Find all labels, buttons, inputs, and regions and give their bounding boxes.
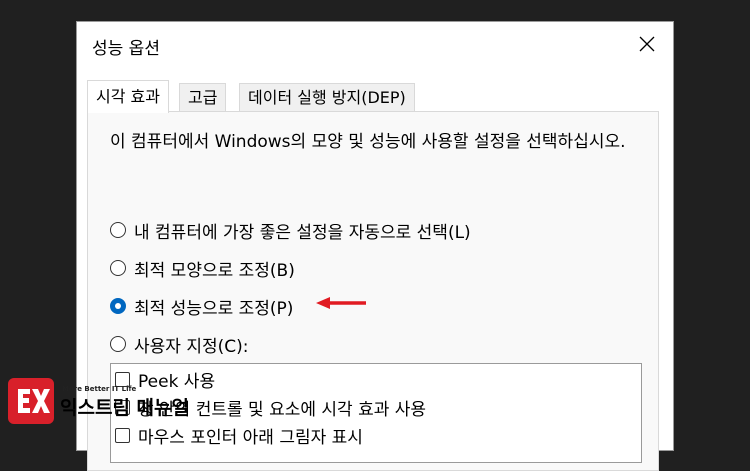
radio-auto-best[interactable]: 내 컴퓨터에 가장 좋은 설정을 자동으로 선택(L)	[110, 219, 471, 243]
watermark-logo	[8, 378, 54, 424]
tab-bar: 시각 효과 고급 데이터 실행 방지(DEP)	[87, 80, 677, 113]
tab-visual-effects[interactable]: 시각 효과	[87, 80, 169, 113]
radio-best-appearance[interactable]: 최적 모양으로 조정(B)	[110, 257, 295, 281]
radio-label: 내 컴퓨터에 가장 좋은 설정을 자동으로 선택(L)	[134, 222, 471, 243]
close-icon[interactable]	[637, 34, 657, 54]
radio-best-performance[interactable]: 최적 성능으로 조정(P)	[110, 295, 294, 319]
radio-custom[interactable]: 사용자 지정(C):	[110, 333, 249, 357]
performance-options-dialog: 성능 옵션 시각 효과 고급 데이터 실행 방지(DEP) 이 컴퓨터에서 Wi…	[76, 21, 677, 471]
list-item[interactable]: 마우스 포인터 아래 그림자 표시	[115, 424, 363, 448]
dialog-title: 성능 옵션	[92, 39, 160, 59]
radio-button[interactable]	[110, 222, 126, 238]
watermark-tagline: More Better IT Life	[62, 385, 137, 393]
tab-dep[interactable]: 데이터 실행 방지(DEP)	[239, 83, 415, 112]
checkbox-label: Peek 사용	[138, 371, 216, 392]
tab-advanced[interactable]: 고급	[179, 83, 227, 112]
radio-label: 사용자 지정(C):	[134, 336, 249, 357]
panel-description: 이 컴퓨터에서 Windows의 모양 및 성능에 사용할 설정을 선택하십시오…	[110, 132, 626, 152]
radio-button[interactable]	[110, 336, 126, 352]
checkbox[interactable]	[115, 427, 130, 443]
radio-button-selected[interactable]	[110, 298, 126, 314]
radio-label: 최적 성능으로 조정(P)	[134, 298, 294, 319]
watermark-name: 익스트림 매뉴얼	[60, 397, 189, 419]
radio-button[interactable]	[110, 260, 126, 276]
checkbox-label: 마우스 포인터 아래 그림자 표시	[138, 427, 363, 448]
red-arrow-annotation	[316, 297, 366, 309]
custom-effects-list[interactable]: Peek 사용 창 안의 컨트롤 및 요소에 시각 효과 사용 마우스 포인터 …	[110, 363, 642, 463]
radio-label: 최적 모양으로 조정(B)	[134, 260, 295, 281]
